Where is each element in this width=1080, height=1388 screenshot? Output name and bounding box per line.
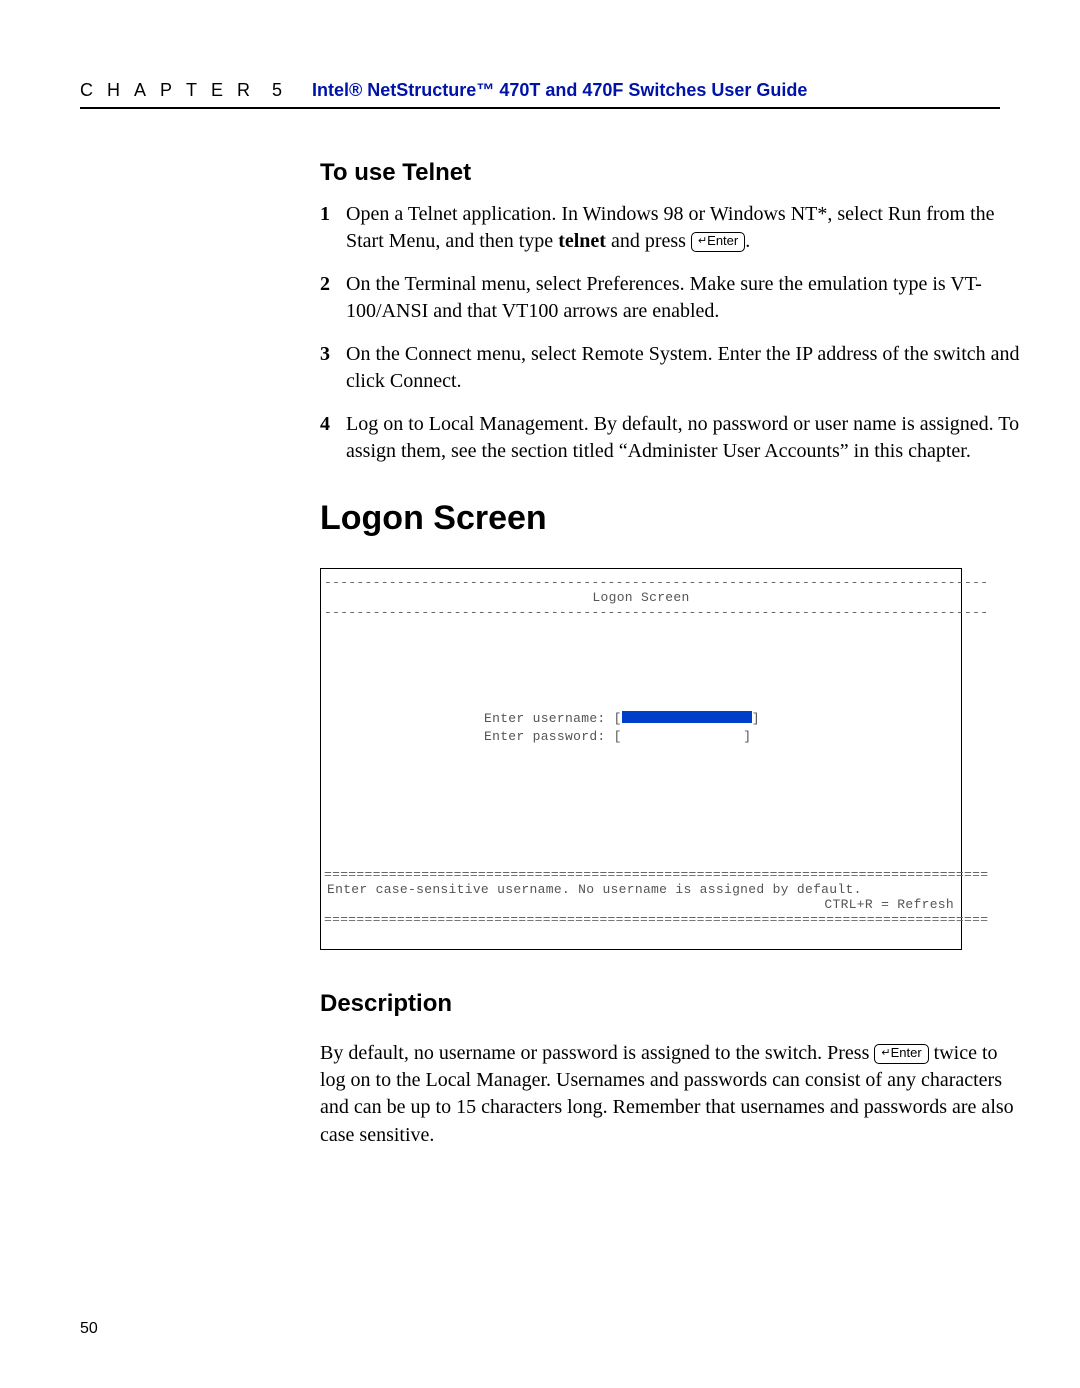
terminal-inner: ----------------------------------------… <box>324 575 958 943</box>
terminal-username-line: Enter username: [] <box>484 710 958 728</box>
document-title: Intel® NetStructure™ 470T and 470F Switc… <box>312 80 807 101</box>
content-column: To use Telnet 1 Open a Telnet applicatio… <box>320 159 1020 1149</box>
enter-key-icon: ↵Enter <box>874 1044 928 1064</box>
terminal-rule: ----------------------------------------… <box>324 605 958 620</box>
terminal-rule: ========================================… <box>324 912 958 927</box>
enter-arrow-icon: ↵ <box>698 235 707 247</box>
terminal-title: Logon Screen <box>324 590 958 605</box>
password-bracket-end: ] <box>743 729 751 744</box>
step-text: and press <box>606 230 691 252</box>
terminal-body: Enter username: [] Enter password: [ ] <box>324 620 958 746</box>
enter-arrow-icon: ↵ <box>881 1047 890 1059</box>
step-row: 2 On the Terminal menu, select Preferenc… <box>320 271 1020 325</box>
username-bracket-end: ] <box>752 711 760 726</box>
description-text: By default, no username or password is a… <box>320 1042 874 1064</box>
step-text: On the Terminal menu, select Preferences… <box>346 273 982 322</box>
page-header: CHAPTER 5 Intel® NetStructure™ 470T and … <box>80 80 1000 109</box>
enter-key-label: Enter <box>707 233 738 248</box>
step-text: . <box>745 230 750 252</box>
page-number: 50 <box>80 1320 98 1338</box>
step-body: On the Terminal menu, select Preferences… <box>346 271 1020 325</box>
page: CHAPTER 5 Intel® NetStructure™ 470T and … <box>0 0 1080 1388</box>
step-body: On the Connect menu, select Remote Syste… <box>346 341 1020 395</box>
telnet-heading: To use Telnet <box>320 159 1020 187</box>
step-text: Log on to Local Management. By default, … <box>346 413 1019 462</box>
terminal-rule: ========================================… <box>324 867 958 882</box>
terminal-password-line: Enter password: [ ] <box>484 728 958 746</box>
password-label: Enter password: [ <box>484 729 622 744</box>
step-row: 4 Log on to Local Management. By default… <box>320 411 1020 465</box>
step-number: 1 <box>320 201 346 255</box>
step-row: 1 Open a Telnet application. In Windows … <box>320 201 1020 255</box>
terminal-footer: ========================================… <box>324 867 958 927</box>
enter-key-icon: ↵Enter <box>691 232 745 252</box>
username-label: Enter username: [ <box>484 711 622 726</box>
step-body: Log on to Local Management. By default, … <box>346 411 1020 465</box>
step-text: On the Connect menu, select Remote Syste… <box>346 343 1020 392</box>
terminal-refresh-line: CTRL+R = Refresh <box>324 897 958 912</box>
step-number: 3 <box>320 341 346 395</box>
step-bold-word: telnet <box>558 230 606 252</box>
step-row: 3 On the Connect menu, select Remote Sys… <box>320 341 1020 395</box>
terminal-help-line: Enter case-sensitive username. No userna… <box>324 882 958 897</box>
terminal-screenshot: ----------------------------------------… <box>320 568 962 950</box>
terminal-cursor <box>622 711 752 723</box>
step-number: 4 <box>320 411 346 465</box>
chapter-number: 5 <box>272 80 284 101</box>
chapter-label: CHAPTER <box>80 80 264 101</box>
enter-key-label: Enter <box>891 1045 922 1060</box>
description-heading: Description <box>320 990 1020 1018</box>
logon-screen-heading: Logon Screen <box>320 499 1020 538</box>
description-body: By default, no username or password is a… <box>320 1040 1020 1149</box>
terminal-rule: ----------------------------------------… <box>324 575 958 590</box>
step-body: Open a Telnet application. In Windows 98… <box>346 201 1020 255</box>
step-number: 2 <box>320 271 346 325</box>
